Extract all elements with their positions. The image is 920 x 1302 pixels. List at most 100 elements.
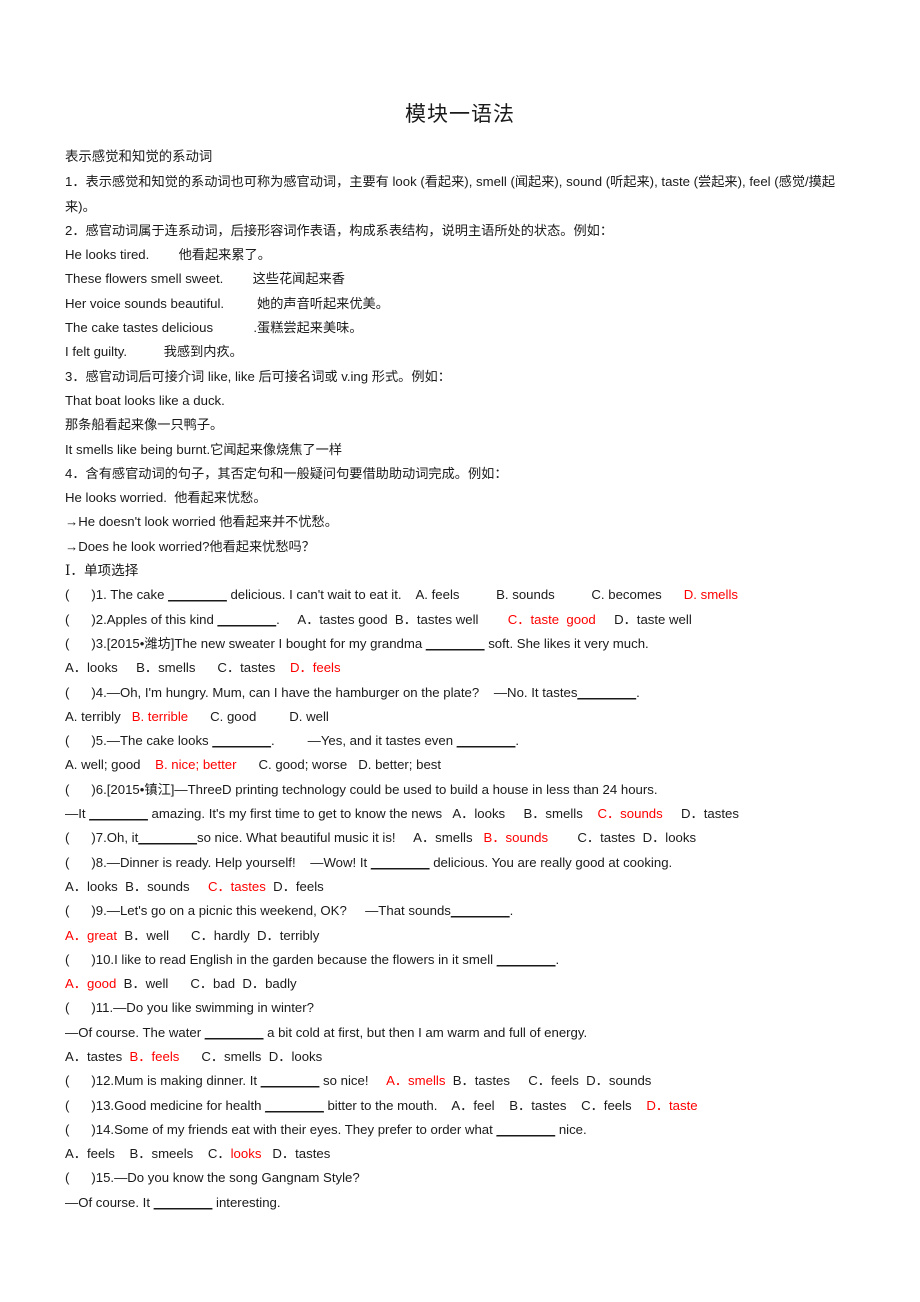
question-text: so nice. What beautiful music it is! A．s… [196, 830, 484, 846]
question-line: A．looks B．smells C．tastes D．feels [65, 656, 860, 680]
question-line: ( )6.[2015•镇江]—ThreeD printing technolog… [65, 778, 860, 802]
question-text: ( )2.Apples of this kind [65, 611, 218, 627]
question-line: ( )1. The cake ________ delicious. I can… [65, 583, 860, 607]
question-text: A. terribly [65, 708, 132, 724]
question-line: A．feels B．smeels C．looks D．tastes [65, 1142, 860, 1166]
question-text: bitter to the mouth. A．feel B．tastes C．f… [323, 1097, 647, 1113]
answer-blank[interactable]: ________ [577, 685, 636, 700]
question-q12: ( )12.Mum is making dinner. It ________ … [65, 1069, 860, 1093]
question-line: ( )4.—Oh, I'm hungry. Mum, can I have th… [65, 681, 860, 705]
question-text: ( )8.—Dinner is ready. Help yourself! —W… [65, 854, 371, 870]
grammar-point-1: 1．表示感觉和知觉的系动词也可称为感官动词，主要有 look (看起来), sm… [65, 174, 836, 214]
answer-blank[interactable]: ________ [212, 733, 271, 748]
grammar-point-3: 3．感官动词后可接介词 like, like 后可接名词或 v.ing 形式。例… [65, 368, 451, 384]
answer-blank[interactable]: ________ [168, 587, 227, 602]
answer-blank[interactable]: ________ [217, 612, 276, 627]
question-line: ( )15.—Do you know the song Gangnam Styl… [65, 1166, 860, 1190]
question-text: . [509, 903, 514, 919]
question-line: ( )5.—The cake looks ________. —Yes, and… [65, 729, 860, 753]
question-q2: ( )2.Apples of this kind ________. A．tas… [65, 608, 860, 632]
answer-choice-highlighted[interactable]: D．feels [290, 660, 341, 675]
question-text: ( )4.—Oh, I'm hungry. Mum, can I have th… [65, 684, 578, 700]
answer-choice-highlighted[interactable]: C．sounds [597, 806, 662, 821]
answer-choice-highlighted[interactable]: B．feels [130, 1049, 180, 1064]
answer-choice-highlighted[interactable]: B. nice; better [155, 757, 236, 772]
grammar-examples-4: He looks worried. 他看起来忧愁。 →He doesn't lo… [65, 486, 860, 559]
grammar-point-4: 4．含有感官动词的句子，其否定句和一般疑问句要借助助动词完成。例如： [65, 465, 508, 481]
example-line: →Does he look worried?他看起来忧愁吗？ [65, 538, 315, 554]
question-line: A．tastes B．feels C．smells D．looks [65, 1045, 860, 1069]
question-line: ( )8.—Dinner is ready. Help yourself! —W… [65, 851, 860, 875]
answer-choice-highlighted[interactable]: A．smells [386, 1073, 445, 1088]
question-line: ( )10.I like to read English in the gard… [65, 948, 860, 972]
question-text: ( )7.Oh, it [65, 830, 139, 846]
question-text: A．feels B．smeels C． [65, 1146, 231, 1162]
answer-blank[interactable]: ________ [497, 952, 556, 967]
answer-choice-highlighted[interactable]: B．sounds [484, 830, 549, 845]
question-text: C．smells D．looks [179, 1048, 323, 1064]
answer-choice-highlighted[interactable]: D. smells [684, 587, 738, 602]
answer-blank[interactable]: ________ [89, 806, 148, 821]
answer-choice-highlighted[interactable]: C．taste good [508, 612, 596, 627]
grammar-point-2: 2．感官动词属于连系动词，后接形容词作表语，构成系表结构，说明主语所处的状态。例… [65, 222, 614, 238]
example-line: Her voice sounds beautiful. 她的声音听起来优美。 [65, 295, 389, 311]
question-text: —Of course. It [65, 1194, 154, 1210]
answer-choice-highlighted[interactable]: A．good [65, 976, 116, 991]
question-text: —Of course. The water [65, 1024, 205, 1040]
question-line: ( )12.Mum is making dinner. It ________ … [65, 1069, 860, 1093]
question-text: A．looks B．smells C．tastes [65, 660, 290, 676]
example-line: 那条船看起来像一只鸭子。 [65, 417, 224, 433]
question-text: . [636, 684, 640, 700]
question-text: delicious. You are really good at cookin… [429, 854, 673, 870]
question-q5: ( )5.—The cake looks ________. —Yes, and… [65, 729, 860, 778]
answer-blank[interactable]: ________ [261, 1073, 320, 1088]
question-q9: ( )9.—Let's go on a picnic this weekend,… [65, 899, 860, 948]
question-text: A．tastes [65, 1048, 130, 1064]
example-line: →He doesn't look worried 他看起来并不忧愁。 [65, 514, 338, 530]
question-line: A．great B．well C．hardly D．terribly [65, 924, 860, 948]
question-text: ( )10.I like to read English in the gard… [65, 951, 497, 967]
question-text: A. well; good [65, 757, 156, 773]
question-text: ( )14.Some of my friends eat with their … [65, 1121, 497, 1137]
example-line: The cake tastes delicious .蛋糕尝起来美味。 [65, 320, 363, 336]
question-line: A. well; good B. nice; better C. good; w… [65, 753, 860, 777]
answer-choice-highlighted[interactable]: looks [231, 1146, 262, 1161]
grammar-examples-3: That boat looks like a duck. 那条船看起来像一只鸭子… [65, 389, 860, 462]
answer-choice-highlighted[interactable]: C．tastes [208, 879, 266, 894]
question-text: B．well C．bad D．badly [116, 976, 297, 992]
question-text: B．tastes C．feels D．sounds [445, 1073, 652, 1089]
answer-blank[interactable]: ________ [451, 903, 510, 918]
answer-choice-highlighted[interactable]: B. terrible [132, 709, 188, 724]
question-text: . —Yes, and it tastes even [271, 733, 457, 749]
question-q6: ( )6.[2015•镇江]—ThreeD printing technolog… [65, 778, 860, 827]
answer-blank[interactable]: ________ [371, 855, 430, 870]
question-text: ( )13.Good medicine for health [65, 1097, 266, 1113]
answer-choice-highlighted[interactable]: A．great [65, 928, 117, 943]
section-heading-multiple-choice: Ⅰ．单项选择 [65, 563, 139, 580]
document-body: 表示感觉和知觉的系动词 1．表示感觉和知觉的系动词也可称为感官动词，主要有 lo… [0, 146, 920, 1215]
question-line: —It ________ amazing. It's my first time… [65, 802, 860, 826]
question-text: ( )3.[2015•潍坊]The new sweater I bought f… [65, 635, 426, 651]
question-q10: ( )10.I like to read English in the gard… [65, 948, 860, 997]
question-text: C．tastes D．looks [548, 830, 697, 846]
question-q1: ( )1. The cake ________ delicious. I can… [65, 583, 860, 607]
question-text: D．taste well [595, 611, 692, 627]
answer-blank[interactable]: ________ [154, 1195, 213, 1210]
example-line: That boat looks like a duck. [65, 392, 225, 408]
document-page: 模块一语法 表示感觉和知觉的系动词 1．表示感觉和知觉的系动词也可称为感官动词，… [0, 0, 920, 1302]
grammar-heading: 表示感觉和知觉的系动词 [65, 150, 213, 165]
question-text: nice. [555, 1121, 587, 1137]
example-line: It smells like being burnt.它闻起来像烧焦了一样 [65, 441, 343, 457]
question-text: D．tastes [662, 806, 739, 822]
page-title: 模块一语法 [405, 102, 515, 126]
answer-blank[interactable]: ________ [496, 1122, 555, 1137]
answer-blank[interactable]: ________ [426, 636, 485, 651]
answer-blank[interactable]: ________ [205, 1025, 264, 1040]
answer-blank[interactable]: ________ [265, 1098, 324, 1113]
question-text: . A．tastes good B．tastes well [276, 611, 508, 627]
question-q11: ( )11.—Do you like swimming in winter? —O… [65, 996, 860, 1069]
answer-choice-highlighted[interactable]: D．taste [646, 1098, 697, 1113]
example-line: I felt guilty. 我感到内疚。 [65, 344, 243, 360]
answer-blank[interactable]: ________ [138, 830, 197, 845]
answer-blank[interactable]: ________ [457, 733, 516, 748]
